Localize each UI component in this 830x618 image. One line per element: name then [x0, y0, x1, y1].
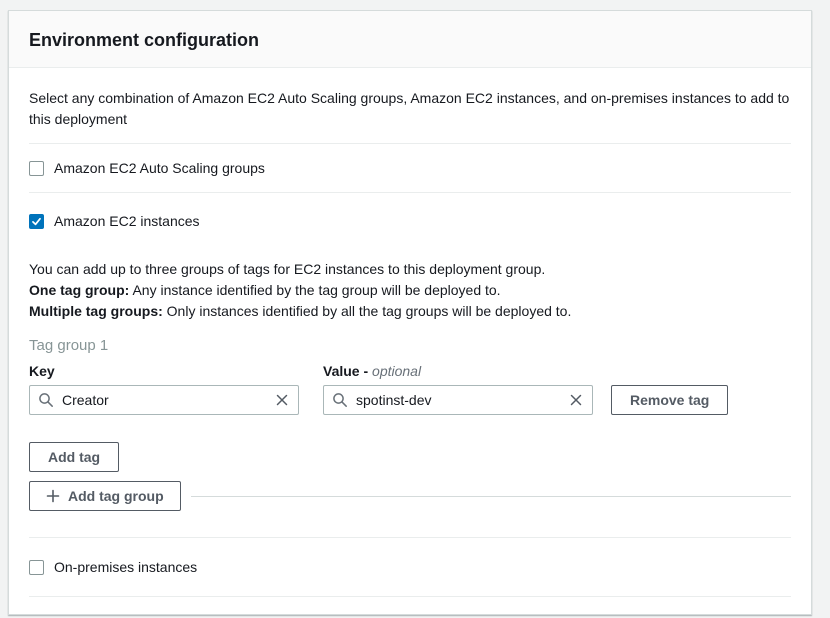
divider [29, 192, 791, 193]
plus-icon [46, 489, 60, 503]
tag-help-line2-term: One tag group: [29, 282, 129, 298]
checkmark-icon [31, 216, 42, 227]
ec2-instances-label: Amazon EC2 instances [54, 212, 200, 230]
remove-tag-button[interactable]: Remove tag [611, 385, 728, 415]
panel-body: Select any combination of Amazon EC2 Aut… [9, 68, 811, 614]
tag-key-input[interactable] [29, 385, 299, 415]
auto-scaling-groups-label: Amazon EC2 Auto Scaling groups [54, 159, 265, 177]
divider [29, 143, 791, 144]
tag-help-line1: You can add up to three groups of tags f… [29, 259, 791, 280]
tag-group-title: Tag group 1 [29, 336, 791, 356]
tag-value-label: Value - optional [323, 362, 593, 380]
tag-help-line3-text: Only instances identified by all the tag… [163, 303, 572, 319]
checkbox-row-on-premises: On-premises instances [29, 558, 791, 576]
close-icon [569, 393, 583, 407]
tag-value-field: Value - optional [323, 362, 593, 415]
add-tag-group-label: Add tag group [68, 488, 164, 504]
tag-value-label-text: Value - [323, 363, 372, 379]
ec2-instances-checkbox[interactable] [29, 214, 44, 229]
panel-description: Select any combination of Amazon EC2 Aut… [29, 88, 791, 130]
clear-value-button[interactable] [565, 389, 587, 411]
tag-help-line3-term: Multiple tag groups: [29, 303, 163, 319]
tag-help-line3: Multiple tag groups: Only instances iden… [29, 301, 791, 322]
add-tag-button[interactable]: Add tag [29, 442, 119, 472]
on-premises-checkbox[interactable] [29, 560, 44, 575]
tag-help-line2: One tag group: Any instance identified b… [29, 280, 791, 301]
on-premises-label: On-premises instances [54, 558, 197, 576]
divider [29, 596, 791, 597]
tag-value-input-wrap [323, 385, 593, 415]
tag-help-text: You can add up to three groups of tags f… [29, 259, 791, 322]
add-tag-group-button[interactable]: Add tag group [29, 481, 181, 511]
checkbox-row-ec2-instances: Amazon EC2 instances [29, 212, 791, 230]
divider [29, 537, 791, 538]
tag-value-optional-text: optional [372, 363, 421, 379]
add-tag-group-row: Add tag group [29, 481, 791, 511]
panel-title: Environment configuration [29, 28, 791, 52]
checkbox-row-auto-scaling-groups: Amazon EC2 Auto Scaling groups [29, 159, 791, 177]
tag-key-field: Key [29, 362, 299, 415]
tag-key-input-wrap [29, 385, 299, 415]
page: Environment configuration Select any com… [0, 0, 830, 618]
divider [191, 496, 791, 497]
close-icon [275, 393, 289, 407]
tag-help-line2-text: Any instance identified by the tag group… [129, 282, 500, 298]
tag-value-input[interactable] [323, 385, 593, 415]
clear-key-button[interactable] [271, 389, 293, 411]
auto-scaling-groups-checkbox[interactable] [29, 161, 44, 176]
environment-configuration-panel: Environment configuration Select any com… [8, 10, 812, 615]
tag-fields-row: Key [29, 362, 791, 415]
tag-key-label: Key [29, 362, 299, 380]
panel-header: Environment configuration [9, 11, 811, 68]
